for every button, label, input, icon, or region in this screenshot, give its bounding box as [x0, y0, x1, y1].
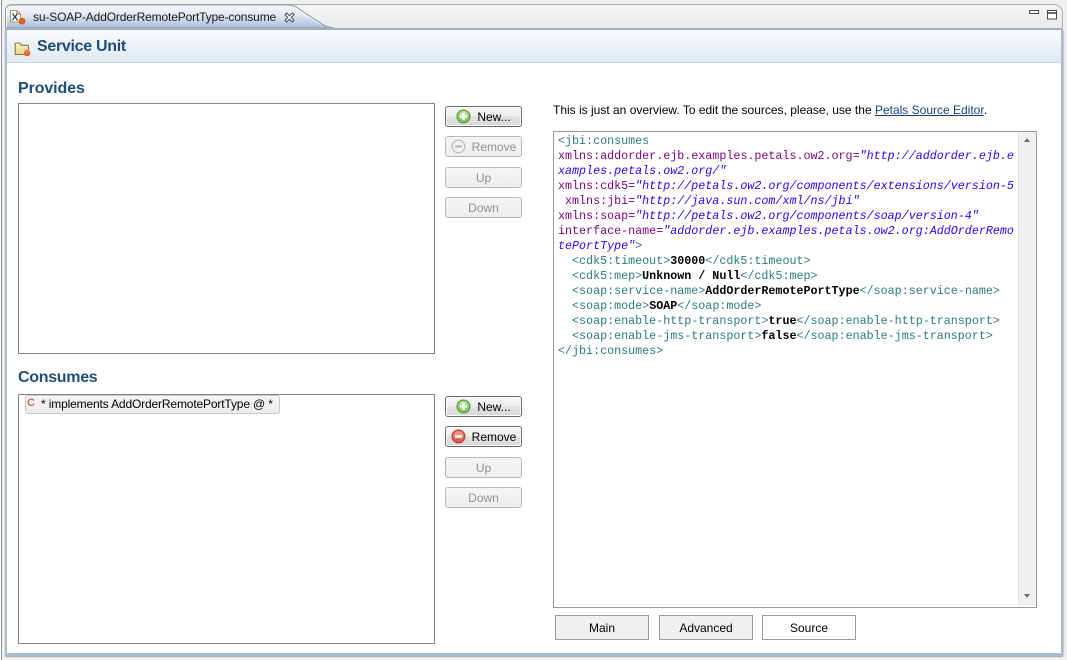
svg-text:X: X [11, 12, 18, 24]
